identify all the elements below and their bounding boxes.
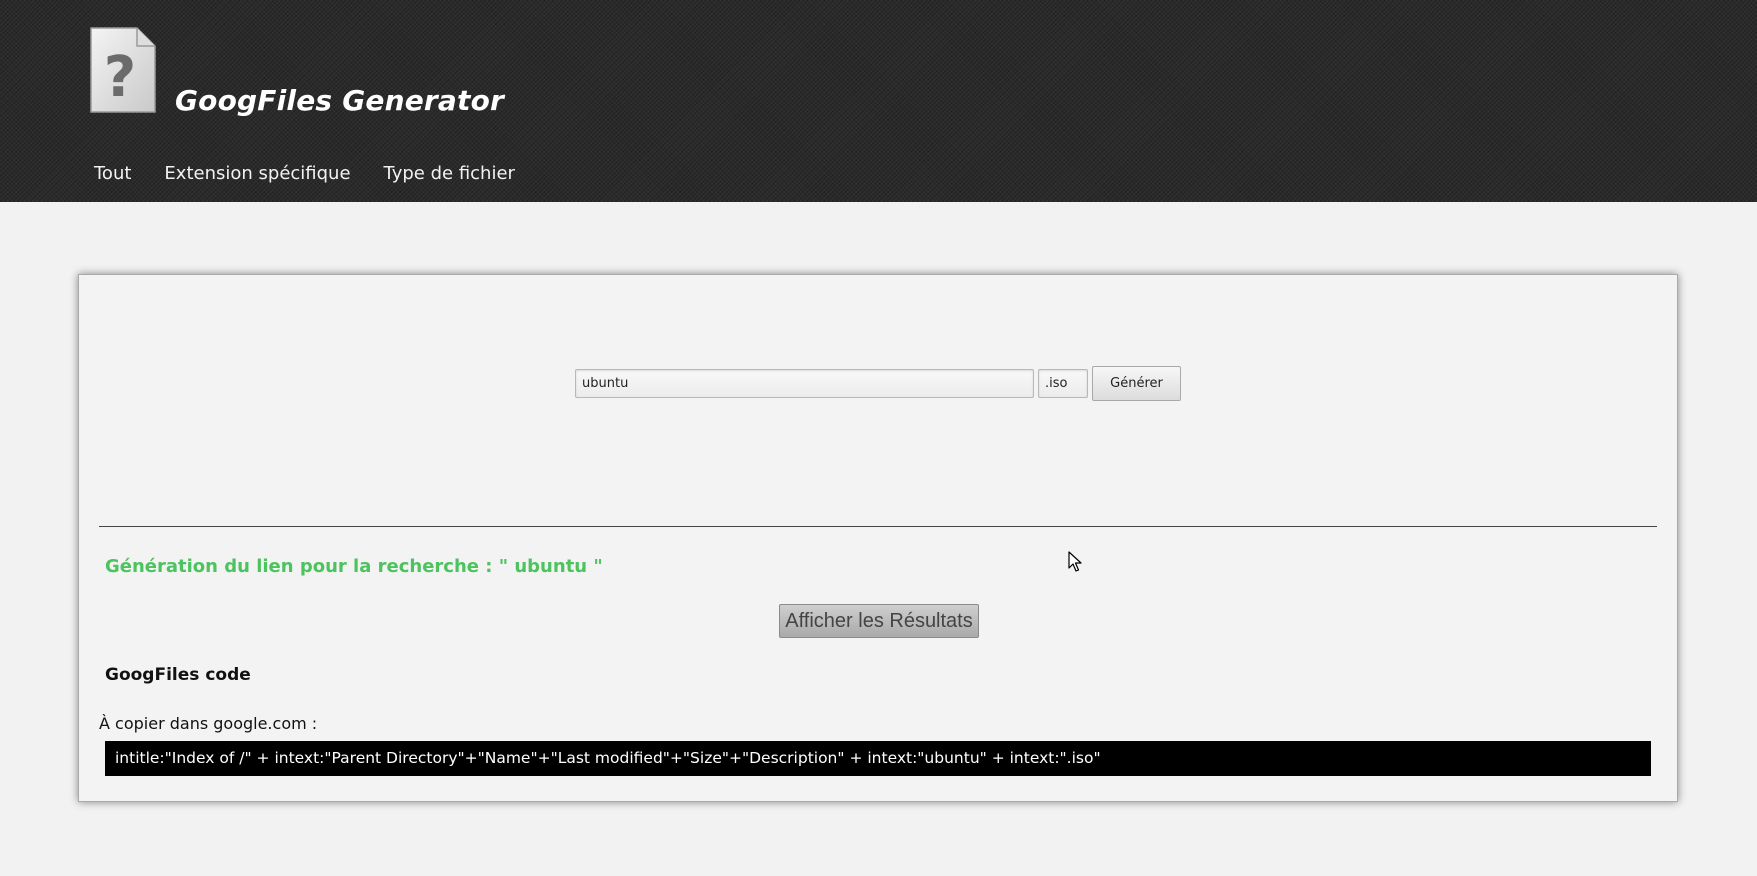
generate-button[interactable]: Générer [1092,366,1181,401]
googfiles-code-box[interactable]: intitle:"Index of /" + intext:"Parent Di… [105,741,1651,776]
search-input[interactable]: ubuntu [575,369,1034,398]
code-heading: GoogFiles code [105,665,251,685]
copy-label: À copier dans google.com : [99,714,318,733]
svg-text:?: ? [104,45,136,110]
site-header: ? GoogFiles Generator Tout Extension spé… [0,0,1757,202]
main-nav: Tout Extension spécifique Type de fichie… [94,163,548,184]
file-question-icon[interactable]: ? [89,26,157,114]
mouse-cursor-icon [1068,551,1082,572]
show-results-button[interactable]: Afficher les Résultats [779,604,979,638]
extension-input[interactable]: .iso [1038,369,1088,398]
generation-heading: Génération du lien pour la recherche : "… [105,556,603,577]
site-title[interactable]: GoogFiles Generator [175,84,504,117]
nav-item-tout[interactable]: Tout [94,163,131,184]
nav-item-type-de-fichier[interactable]: Type de fichier [384,163,515,184]
divider [99,526,1657,527]
main-panel [78,274,1678,802]
nav-item-extension-specifique[interactable]: Extension spécifique [164,163,350,184]
